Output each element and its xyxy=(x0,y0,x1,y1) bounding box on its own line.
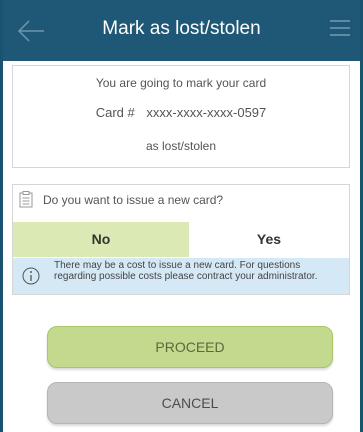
hamburger-menu-icon[interactable] xyxy=(330,20,350,40)
proceed-button[interactable]: PROCEED xyxy=(47,326,333,368)
info-banner: There may be a cost to issue a new card.… xyxy=(13,258,349,294)
info-icon xyxy=(22,267,40,285)
question-text: Do you want to issue a new card? xyxy=(43,193,224,207)
notice-line-3: as lost/stolen xyxy=(145,139,217,153)
card-label: Card # xyxy=(95,105,135,120)
app-header: Mark as lost/stolen xyxy=(3,0,360,61)
new-card-panel: Do you want to issue a new card? No Yes … xyxy=(12,184,350,295)
cancel-button[interactable]: CANCEL xyxy=(47,382,333,424)
notice-line-1: You are going to mark your card xyxy=(95,76,267,90)
page-title: Mark as lost/stolen xyxy=(102,18,261,39)
card-number-line: Card # xxxx-xxxx-xxxx-0597 xyxy=(13,105,349,120)
info-text: There may be a cost to issue a new card.… xyxy=(54,260,318,282)
notice-panel: You are going to mark your card Card # x… xyxy=(12,65,350,168)
card-number: xxxx-xxxx-xxxx-0597 xyxy=(146,105,267,120)
no-option-button[interactable]: No xyxy=(13,222,189,257)
yes-option-button[interactable]: Yes xyxy=(189,222,349,257)
screen: Mark as lost/stolen You are going to mar… xyxy=(3,0,360,432)
clipboard-icon xyxy=(19,191,33,208)
